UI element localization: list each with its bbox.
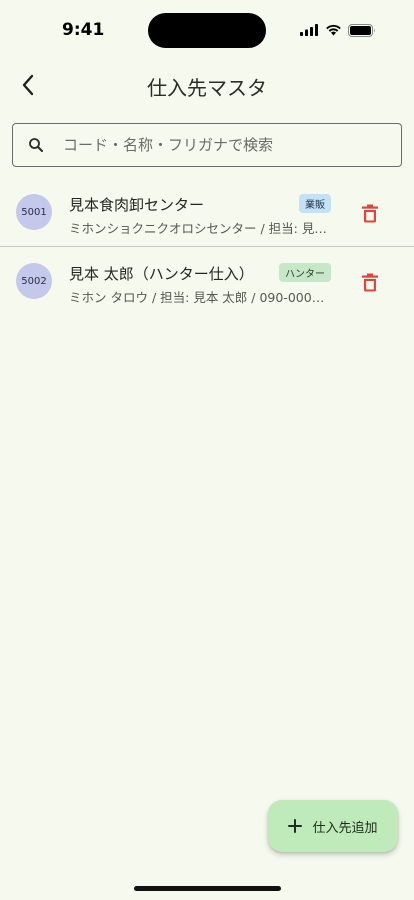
supplier-list: 5001 見本食肉卸センター 業販 ミホンショクニクオロシセンター / 担当: … <box>0 178 414 315</box>
avatar: 5002 <box>16 263 52 299</box>
trash-icon <box>362 273 378 291</box>
supplier-name: 見本 太郎（ハンター仕入） <box>69 265 254 283</box>
add-supplier-label: 仕入先追加 <box>312 820 378 836</box>
app-bar: 仕入先マスタ <box>0 60 414 110</box>
search-field[interactable] <box>12 123 402 167</box>
supplier-subtitle: ミホン タロウ / 担当: 見本 太郎 / 090-0000-0000 <box>69 290 331 305</box>
delete-button[interactable] <box>360 271 380 293</box>
home-indicator <box>134 886 281 891</box>
category-badge: ハンター <box>279 263 331 282</box>
avatar: 5001 <box>16 194 52 230</box>
plus-icon <box>288 819 303 833</box>
supplier-name: 見本食肉卸センター <box>69 196 205 214</box>
battery-icon <box>348 23 375 37</box>
dynamic-island <box>148 13 266 48</box>
list-item[interactable]: 5002 見本 太郎（ハンター仕入） ハンター ミホン タロウ / 担当: 見本… <box>0 247 414 315</box>
trash-icon <box>362 204 378 222</box>
status-bar: 9:41 <box>0 0 414 56</box>
signal-icon <box>300 24 318 36</box>
search-icon <box>13 137 59 153</box>
status-time: 9:41 <box>62 20 105 40</box>
wifi-icon <box>326 24 341 36</box>
category-badge: 業販 <box>299 194 331 213</box>
add-supplier-button[interactable]: 仕入先追加 <box>268 800 398 852</box>
status-icons <box>300 22 376 38</box>
page-title: 仕入先マスタ <box>147 76 267 100</box>
search-input[interactable] <box>59 136 401 154</box>
supplier-subtitle: ミホンショクニクオロシセンター / 担当: 見本 ... <box>69 221 331 236</box>
list-item[interactable]: 5001 見本食肉卸センター 業販 ミホンショクニクオロシセンター / 担当: … <box>0 178 414 246</box>
delete-button[interactable] <box>360 202 380 224</box>
